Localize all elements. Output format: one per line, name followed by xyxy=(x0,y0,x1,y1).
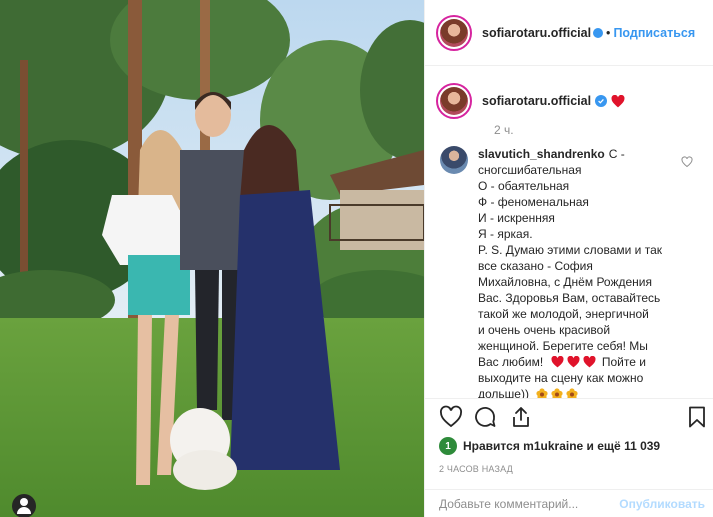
comment-line: Вас. Здоровья Вам, оставайтесь xyxy=(478,291,661,305)
comments-list[interactable]: sofiarotaru.official 2 ч. slavutich_shan… xyxy=(425,66,713,398)
comment-input[interactable] xyxy=(439,496,620,511)
comment-line: и очень очень красивой xyxy=(478,323,611,337)
comment-line: женщиной. Берегите себя! Мы xyxy=(478,339,648,353)
comment-text: slavutich_shandrenko С - сногсшибательная… xyxy=(478,146,697,398)
like-heart-icon[interactable] xyxy=(439,405,463,429)
post-side-panel: sofiarotaru.official • Подписаться sofia… xyxy=(424,0,713,517)
verified-badge-icon xyxy=(595,95,608,107)
comment-line: дольше)) xyxy=(478,387,529,398)
comment-item: slavutich_shandrenko С - сногсшибательная… xyxy=(436,146,697,398)
likes-count[interactable]: и ещё 11 039 xyxy=(587,439,661,453)
follow-button[interactable]: Подписаться xyxy=(613,26,695,40)
comment-line: такой же молодой, энергичной xyxy=(478,307,649,321)
flower-emoji-icon xyxy=(551,388,563,398)
post-photo[interactable] xyxy=(0,0,424,517)
flower-emoji-icon xyxy=(566,388,578,398)
flower-emoji-icon xyxy=(536,388,548,398)
caption-time: 2 ч. xyxy=(494,123,514,137)
likes-summary[interactable]: 1 Нравится m1ukraine и ещё 11 039 xyxy=(439,437,703,455)
commenter-username[interactable]: slavutich_shandrenko xyxy=(478,147,605,161)
comment-line: С - xyxy=(608,147,625,161)
action-bar xyxy=(425,398,713,434)
red-heart-emoji-icon xyxy=(551,356,563,368)
comment-line: Ф - феноменальная xyxy=(478,195,589,209)
add-comment-bar: Опубликовать xyxy=(425,489,713,517)
likes-prefix: Нравится xyxy=(463,439,520,453)
comment-line: Вас любим! xyxy=(478,355,544,369)
red-heart-emoji-icon xyxy=(611,94,625,107)
author-avatar[interactable] xyxy=(436,14,472,51)
red-heart-emoji-icon xyxy=(583,356,595,368)
caption: sofiarotaru.official xyxy=(436,83,697,119)
red-heart-emoji-icon xyxy=(567,356,579,368)
author-username[interactable]: sofiarotaru.official xyxy=(482,26,591,40)
caption-author-username[interactable]: sofiarotaru.official xyxy=(482,94,591,108)
comment-line: все сказано - София xyxy=(478,259,593,273)
tagged-user-icon[interactable] xyxy=(12,494,36,517)
liker-avatar[interactable]: 1 xyxy=(439,437,457,455)
share-upload-icon[interactable] xyxy=(509,405,533,429)
photo-illustration xyxy=(0,0,424,517)
comment-bubble-icon[interactable] xyxy=(473,405,497,429)
comment-line: P. S. Думаю этими словами и так xyxy=(478,243,662,257)
comment-line: выходите на сцену как можно xyxy=(478,371,644,385)
comment-line: сногсшибательная xyxy=(478,163,582,177)
comment-line: Я - яркая. xyxy=(478,227,533,241)
comment-line: Михайловна, с Днём Рождения xyxy=(478,275,652,289)
caption-author-avatar[interactable] xyxy=(436,83,472,119)
comment-line: Пойте и xyxy=(601,355,646,369)
comment-like-heart-icon[interactable] xyxy=(681,156,693,168)
publish-button[interactable]: Опубликовать xyxy=(619,497,705,511)
verified-icon xyxy=(593,27,604,38)
liker-username[interactable]: m1ukraine xyxy=(523,439,583,453)
comment-line: И - искренняя xyxy=(478,211,555,225)
post-timestamp: 2 ЧАСОВ НАЗАД xyxy=(439,464,513,474)
commenter-avatar[interactable] xyxy=(440,146,468,174)
separator-dot: • xyxy=(606,25,611,40)
bookmark-icon[interactable] xyxy=(685,405,709,429)
comment-line: О - обаятельная xyxy=(478,179,570,193)
post-header: sofiarotaru.official • Подписаться xyxy=(425,0,713,66)
